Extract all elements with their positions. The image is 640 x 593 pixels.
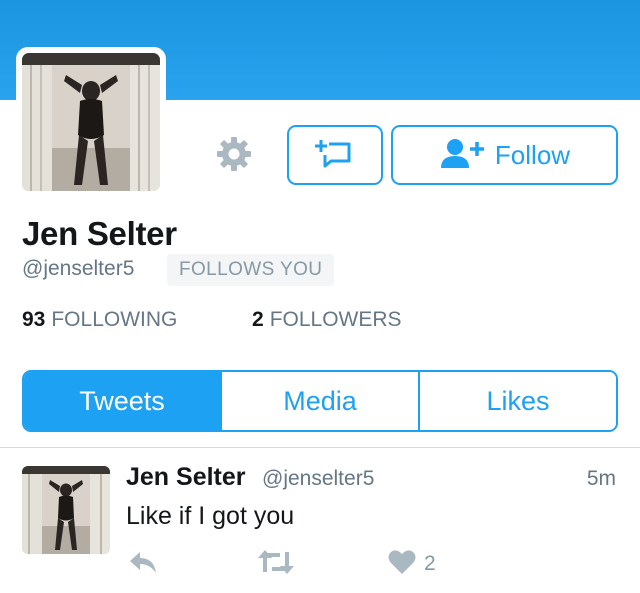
tab-likes[interactable]: Likes: [418, 372, 616, 430]
tweet-timestamp: 5m: [586, 467, 616, 490]
profile-tabs: Tweets Media Likes: [22, 370, 618, 432]
tweet-avatar[interactable]: [22, 466, 110, 554]
followers-count: 2: [252, 308, 264, 331]
follow-button[interactable]: Follow: [391, 125, 618, 185]
following-label: FOLLOWING: [51, 308, 178, 331]
profile-handle: @jenselter5: [22, 257, 135, 280]
profile-avatar[interactable]: [22, 53, 160, 191]
follows-you-badge: FOLLOWS YOU: [167, 254, 335, 286]
tab-tweets[interactable]: Tweets: [24, 372, 220, 430]
followers-stat[interactable]: 2 FOLLOWERS: [252, 308, 402, 332]
profile-avatar-frame: [16, 47, 166, 197]
like-button[interactable]: 2: [388, 549, 436, 579]
follow-button-label: Follow: [494, 139, 571, 170]
direct-message-icon: [315, 137, 355, 174]
tab-media[interactable]: Media: [220, 372, 418, 430]
divider: [0, 447, 640, 448]
profile-name: Jen Selter: [22, 215, 177, 252]
following-count: 93: [22, 308, 46, 331]
tweet-text: Like if I got you: [126, 502, 295, 530]
reply-button[interactable]: [128, 549, 160, 579]
tweet-author-name[interactable]: Jen Selter: [126, 463, 246, 492]
settings-gear-icon[interactable]: [214, 134, 254, 174]
heart-icon: [388, 549, 416, 580]
followers-label: FOLLOWERS: [269, 308, 402, 331]
retweet-button[interactable]: [256, 549, 296, 579]
following-stat[interactable]: 93 FOLLOWING: [22, 308, 177, 332]
direct-message-button[interactable]: [287, 125, 383, 185]
add-user-icon: [439, 136, 487, 175]
retweet-icon: [256, 548, 296, 581]
like-count: 2: [424, 552, 436, 575]
reply-icon: [128, 549, 160, 580]
tweet-author-handle: @jenselter5: [262, 467, 375, 490]
